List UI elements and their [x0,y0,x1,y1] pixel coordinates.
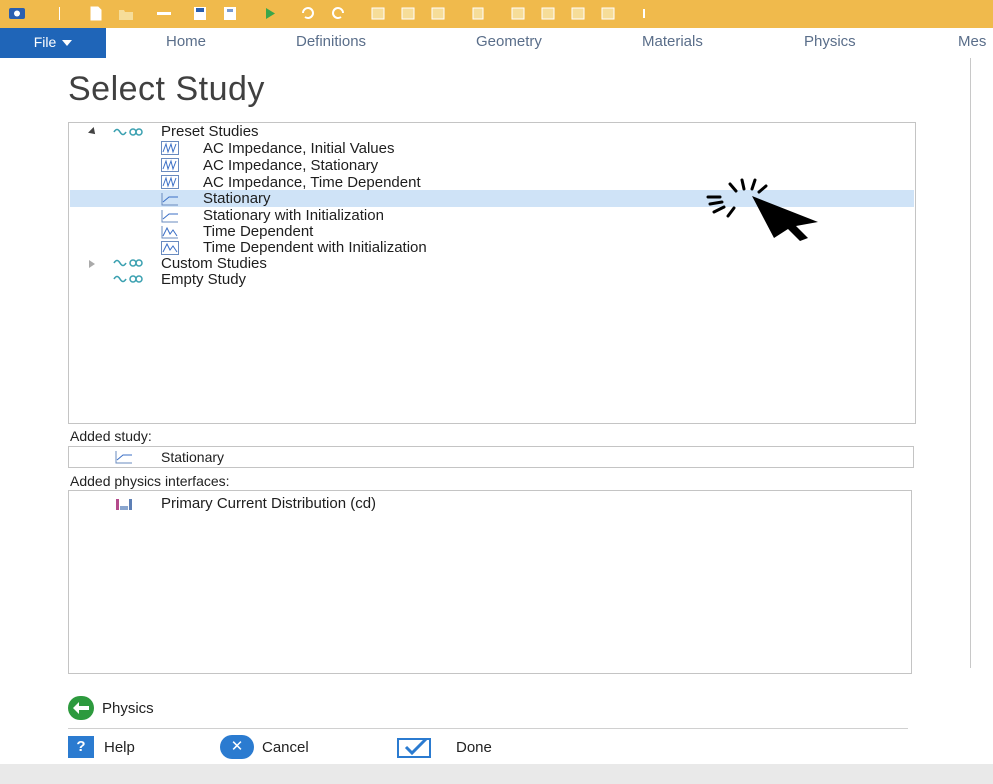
run-icon[interactable] [262,6,278,21]
status-bar [0,764,993,784]
study-group-icon [113,128,143,136]
tree-item-time-dependent-with-initialization[interactable]: Time Dependent with Initialization [203,239,427,256]
tree-item-ac-impedance-initial-values[interactable]: AC Impedance, Initial Values [203,140,395,157]
tree-group-preset-studies[interactable]: Preset Studies [161,123,259,140]
toolbar-separator-icon [59,7,60,20]
tree-item-time-dependent[interactable]: Time Dependent [203,223,313,240]
paste-icon[interactable] [400,6,416,21]
file-menu-label: File [33,34,57,50]
help-icon: ? [68,736,94,758]
new-file-icon[interactable] [88,6,104,21]
transform-icon[interactable] [540,6,556,21]
tab-geometry[interactable]: Geometry [476,28,542,58]
divider [68,728,908,729]
checkbox-done-icon [397,737,431,758]
arrow-left-icon [68,696,94,720]
ac-impedance-icon [161,141,179,155]
panel-divider[interactable] [970,58,971,668]
quick-access-toolbar [0,0,993,29]
done-label: Done [456,739,492,756]
done-button[interactable]: Done [396,735,536,761]
cancel-label: Cancel [262,739,309,756]
duplicate-icon[interactable] [430,6,446,21]
cancel-button[interactable]: ✕ Cancel [220,735,370,761]
time-dependent-init-icon [161,241,179,255]
stationary-study-icon [115,451,132,464]
chevron-down-icon [62,40,73,47]
zoom-icon[interactable] [510,6,526,21]
mouse-pointer-icon [706,178,818,241]
save-as-icon[interactable] [222,6,238,21]
study-group-icon [113,259,143,267]
added-physics-list[interactable]: Primary Current Distribution (cd) [68,490,912,674]
open-folder-icon[interactable] [118,6,134,21]
save-icon[interactable] [192,6,208,21]
added-physics-label: Added physics interfaces: [70,473,230,489]
expand-arrow-icon[interactable] [88,127,98,137]
open-icon[interactable] [156,6,172,21]
tree-item-ac-impedance-stationary[interactable]: AC Impedance, Stationary [203,157,378,174]
tab-mesh[interactable]: Mes [958,28,986,58]
delete-icon[interactable] [470,6,486,21]
physics-interface-item[interactable]: Primary Current Distribution (cd) [161,495,376,512]
empty-study-icon [113,275,143,283]
ac-impedance-icon [161,158,179,172]
study-tree[interactable]: Preset Studies AC Impedance, Initial Val… [68,122,916,424]
redo-icon[interactable] [330,6,346,21]
model-icon[interactable] [570,6,586,21]
window-icon[interactable] [600,6,616,21]
ribbon-tab-bar: File Home Definitions Geometry Materials… [0,28,993,59]
added-study-field: Stationary [68,446,914,468]
tree-group-custom-studies[interactable]: Custom Studies [161,255,267,272]
app-logo-icon [9,8,25,19]
tab-definitions[interactable]: Definitions [296,28,366,58]
help-button[interactable]: ? Help [68,735,188,761]
added-study-value: Stationary [161,449,225,465]
tab-home[interactable]: Home [166,28,206,58]
added-study-label: Added study: [70,428,152,444]
tree-item-empty-study[interactable]: Empty Study [161,271,246,288]
ac-impedance-icon [161,175,179,189]
page-title: Select Study [68,70,265,108]
cancel-icon: ✕ [220,735,254,759]
help-label: Help [104,739,135,756]
file-menu-button[interactable]: File [0,28,106,58]
undo-icon[interactable] [300,6,316,21]
stationary-init-icon [161,210,178,223]
tree-item-ac-impedance-time-dependent[interactable]: AC Impedance, Time Dependent [203,174,421,191]
stationary-study-icon [161,193,178,206]
time-dependent-icon [161,226,178,239]
current-distribution-icon [116,499,132,510]
tab-physics[interactable]: Physics [804,28,856,58]
collapsed-arrow-icon[interactable] [89,260,95,268]
physics-back-label: Physics [102,700,154,717]
more-icon[interactable] [636,6,652,21]
tab-materials[interactable]: Materials [642,28,703,58]
copy-icon[interactable] [370,6,386,21]
tree-item-stationary[interactable]: Stationary [203,190,271,207]
tree-item-stationary-with-initialization[interactable]: Stationary with Initialization [203,207,384,224]
